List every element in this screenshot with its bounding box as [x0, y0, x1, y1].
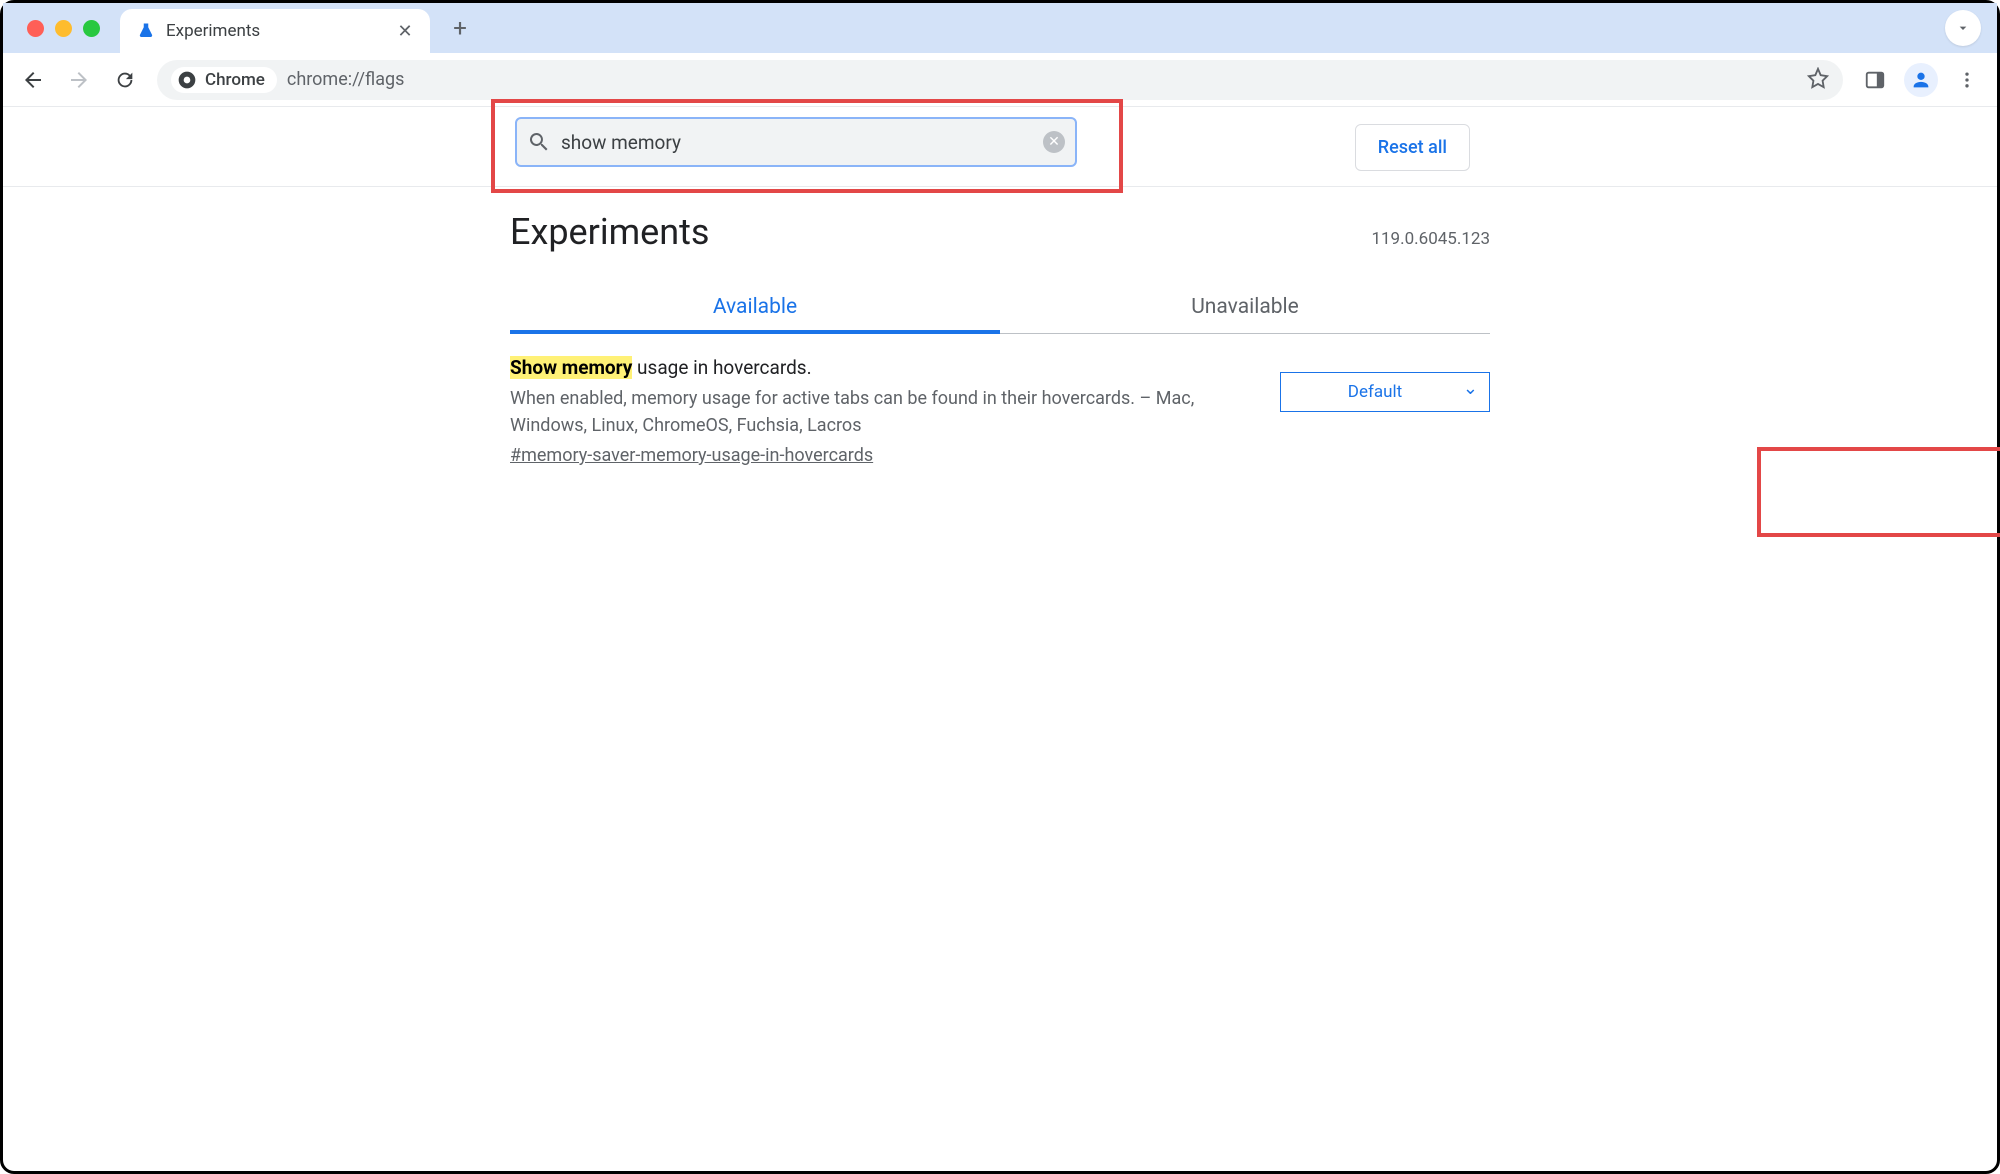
url-text: chrome://flags — [287, 69, 405, 90]
window-titlebar: Experiments ✕ + — [3, 3, 1997, 53]
flag-item: Show memory usage in hovercards. When en… — [510, 334, 1490, 466]
flask-icon — [136, 21, 156, 41]
flags-search-box[interactable]: ✕ — [515, 117, 1077, 167]
tab-title: Experiments — [166, 21, 386, 41]
window-maximize-button[interactable] — [83, 20, 100, 37]
search-band: ✕ Reset all — [3, 107, 1997, 187]
tabs: Available Unavailable — [510, 281, 1490, 334]
search-input[interactable] — [561, 131, 1033, 154]
reload-button[interactable] — [105, 60, 145, 100]
page-content: ✕ Reset all Experiments 119.0.6045.123 A… — [3, 107, 1997, 466]
window-close-button[interactable] — [27, 20, 44, 37]
close-tab-button[interactable]: ✕ — [396, 22, 414, 40]
chrome-icon — [177, 70, 197, 90]
person-icon — [1910, 69, 1932, 91]
flag-hash-link[interactable]: #memory-saver-memory-usage-in-hovercards — [510, 445, 873, 466]
flag-select-wrapper: Default — [1280, 372, 1490, 412]
clear-search-button[interactable]: ✕ — [1043, 131, 1065, 153]
site-chip[interactable]: Chrome — [171, 67, 277, 93]
flag-title: Show memory usage in hovercards. — [510, 356, 1240, 379]
version-text: 119.0.6045.123 — [1371, 229, 1490, 249]
page-title: Experiments — [510, 211, 709, 253]
window-minimize-button[interactable] — [55, 20, 72, 37]
menu-button[interactable] — [1947, 60, 1987, 100]
back-button[interactable] — [13, 60, 53, 100]
address-bar[interactable]: Chrome chrome://flags — [157, 60, 1843, 100]
search-icon — [527, 130, 551, 154]
traffic-lights — [27, 20, 100, 37]
browser-tab[interactable]: Experiments ✕ — [120, 9, 430, 53]
flag-description: When enabled, memory usage for active ta… — [510, 385, 1240, 439]
reset-all-button[interactable]: Reset all — [1355, 124, 1470, 171]
bookmark-star-icon[interactable] — [1807, 67, 1829, 93]
annotation-highlight-dropdown — [1757, 447, 2000, 537]
side-panel-button[interactable] — [1855, 60, 1895, 100]
profile-button[interactable] — [1901, 60, 1941, 100]
tab-available[interactable]: Available — [510, 281, 1000, 333]
flags-content: Experiments 119.0.6045.123 Available Una… — [510, 187, 1490, 466]
tab-unavailable[interactable]: Unavailable — [1000, 281, 1490, 333]
new-tab-button[interactable]: + — [442, 10, 478, 46]
chip-label: Chrome — [205, 70, 265, 90]
tabs-dropdown-button[interactable] — [1945, 10, 1981, 46]
search-highlight-text: Show memory — [510, 356, 632, 379]
forward-button[interactable] — [59, 60, 99, 100]
flag-state-select[interactable]: Default — [1280, 372, 1490, 412]
